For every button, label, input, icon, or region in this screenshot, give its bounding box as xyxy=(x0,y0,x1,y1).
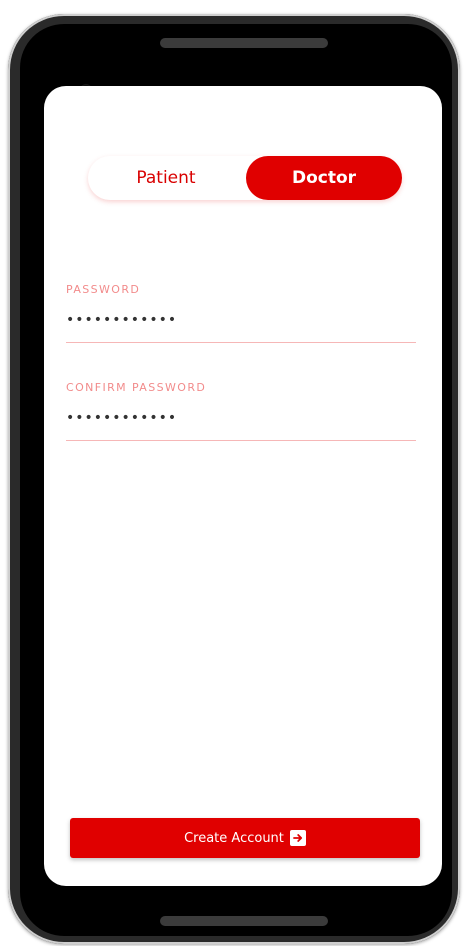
tab-patient[interactable]: Patient xyxy=(88,156,244,200)
password-label: PASSWORD xyxy=(66,283,141,296)
confirm-password-input[interactable] xyxy=(66,396,416,441)
role-toggle: Patient Doctor xyxy=(88,156,402,200)
password-field-group: PASSWORD xyxy=(66,282,416,343)
confirm-password-field-group: CONFIRM PASSWORD xyxy=(66,380,416,441)
tab-doctor[interactable]: Doctor xyxy=(246,156,402,200)
arrow-right-icon xyxy=(289,830,306,846)
app-screen: Patient Doctor PASSWORD CONFIRM PASSWORD… xyxy=(44,86,442,886)
earpiece-speaker xyxy=(160,38,328,48)
confirm-password-label: CONFIRM PASSWORD xyxy=(66,381,207,394)
create-account-label: Create Account xyxy=(184,830,284,846)
password-input[interactable] xyxy=(66,298,416,343)
bottom-speaker xyxy=(160,916,328,926)
create-account-button[interactable]: Create Account xyxy=(70,818,420,858)
